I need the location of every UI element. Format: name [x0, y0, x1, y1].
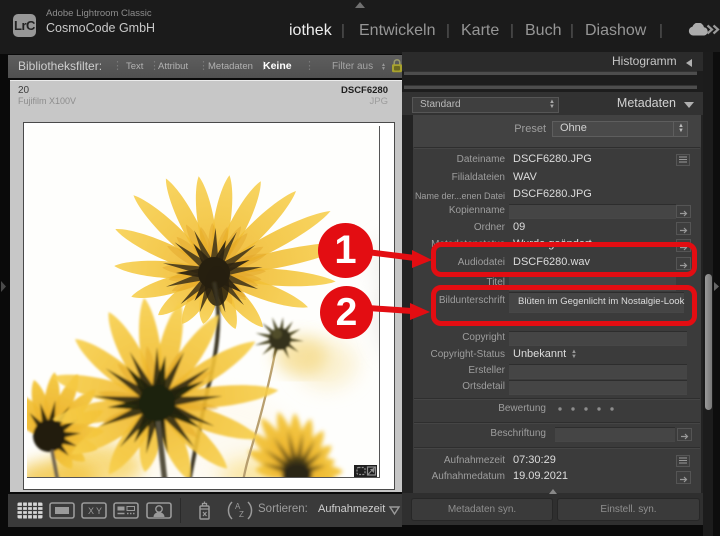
svg-text:Z: Z	[239, 510, 244, 519]
svg-text:Y: Y	[96, 506, 102, 516]
svg-text:X: X	[88, 506, 94, 516]
